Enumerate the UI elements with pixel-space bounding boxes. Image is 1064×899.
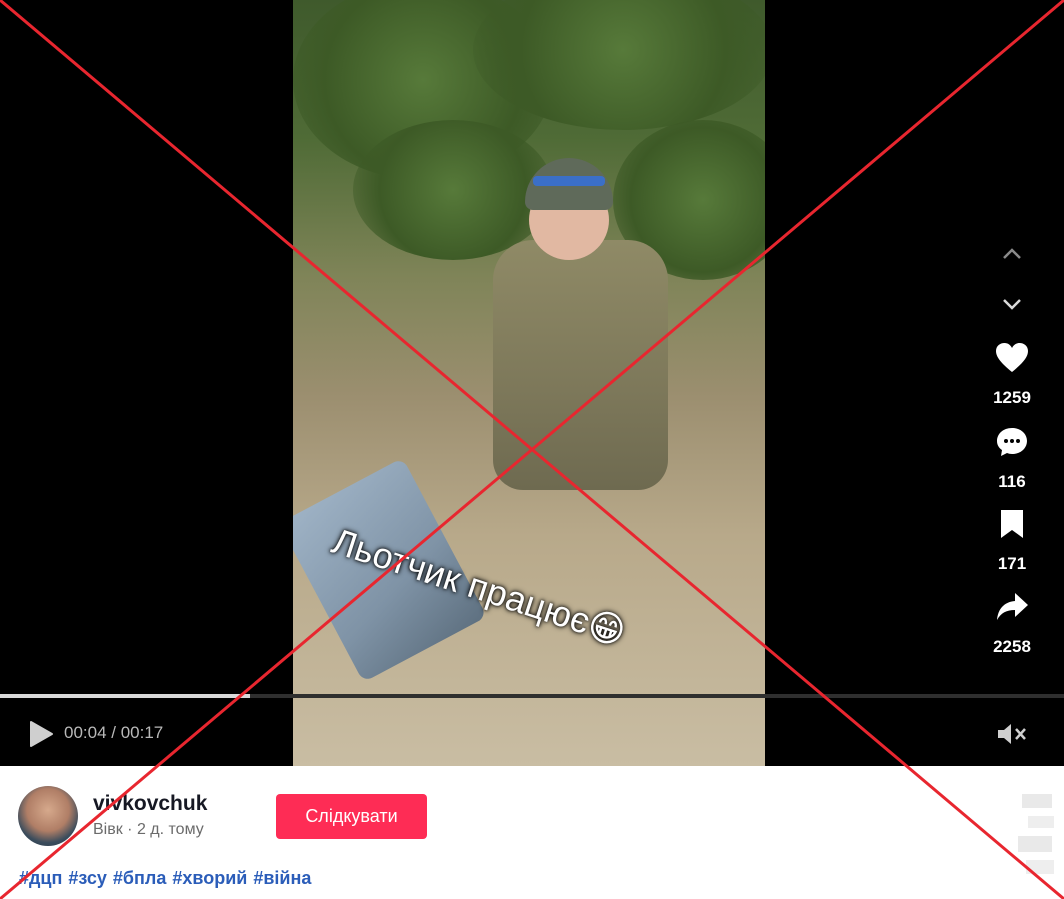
video-player[interactable]: Льотчик працює😁 1259 116 171 2258 00:04 … <box>0 0 1064 766</box>
comment-count: 116 <box>998 472 1026 491</box>
foliage <box>353 120 553 260</box>
previous-video-button[interactable] <box>980 244 1044 264</box>
helmet-band <box>533 176 605 186</box>
share-icon <box>997 593 1028 620</box>
comment-button[interactable]: 116 <box>980 426 1044 492</box>
next-video-button[interactable] <box>980 294 1044 314</box>
hashtag-link[interactable]: #хворий <box>172 868 247 888</box>
hashtag-link[interactable]: #війна <box>253 868 311 888</box>
like-button[interactable]: 1259 <box>980 342 1044 408</box>
progress-bar-fill <box>0 694 251 698</box>
comment-icon <box>997 428 1027 456</box>
author-username[interactable]: vivkovchuk <box>93 792 207 816</box>
save-count: 171 <box>997 554 1027 573</box>
playback-time: 00:04 / 00:17 <box>64 723 164 742</box>
soldier-figure <box>493 240 668 490</box>
watermark-glyph <box>1018 794 1054 874</box>
avatar[interactable] <box>18 786 78 846</box>
hashtag-link[interactable]: #дцп <box>19 868 62 888</box>
hashtag-link[interactable]: #бпла <box>113 868 166 888</box>
share-count: 2258 <box>993 637 1031 656</box>
progress-bar[interactable] <box>0 694 1064 698</box>
like-count: 1259 <box>993 388 1031 407</box>
author-meta: Вівк · 2 д. тому <box>93 821 204 838</box>
hashtag-link[interactable]: #зсу <box>68 868 107 888</box>
play-button[interactable] <box>28 720 54 748</box>
follow-button[interactable]: Слідкувати <box>276 794 427 839</box>
mute-button[interactable] <box>996 720 1028 748</box>
chevron-down-icon <box>1003 299 1021 310</box>
heart-icon <box>996 343 1028 372</box>
hashtag-list: #дцп #зсу #бпла #хворий #війна <box>19 868 317 889</box>
chevron-up-icon <box>1003 248 1021 259</box>
play-icon <box>30 721 53 747</box>
author-info-panel: vivkovchuk Вівк · 2 д. тому Слідкувати #… <box>0 766 1064 899</box>
share-button[interactable]: 2258 <box>980 591 1044 657</box>
video-frame[interactable] <box>293 0 765 766</box>
bookmark-icon <box>1001 510 1023 538</box>
muted-speaker-icon <box>998 724 1026 744</box>
save-button[interactable]: 171 <box>980 508 1044 574</box>
